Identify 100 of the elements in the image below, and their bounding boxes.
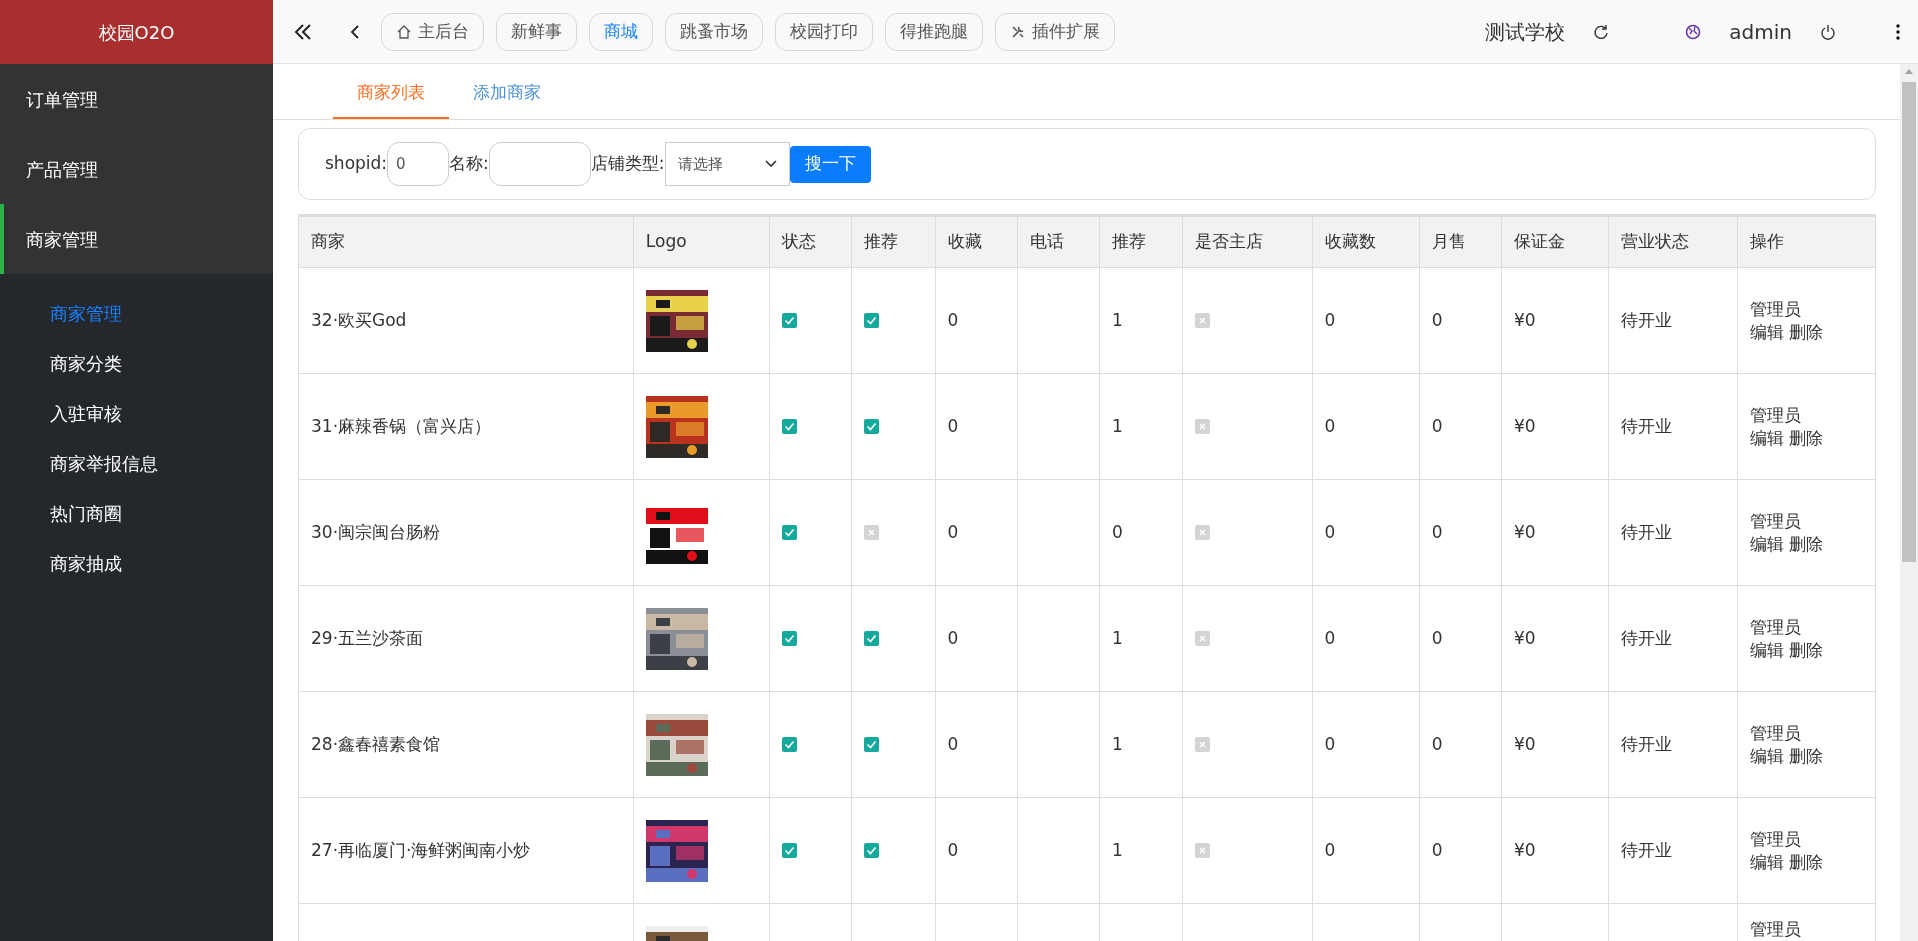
table-cell: 0: [947, 521, 959, 542]
table-cell: 0: [947, 415, 959, 436]
table-cell: 0: [1324, 627, 1336, 648]
table-cell: 1: [1112, 839, 1123, 860]
nav-tab[interactable]: 校园打印: [775, 12, 873, 51]
table-cell: ¥0: [1514, 733, 1536, 754]
table-cell: 0: [947, 733, 959, 754]
nav-tab[interactable]: 插件扩展: [995, 12, 1115, 51]
table-cell: 待开业: [1621, 415, 1673, 436]
double-chevron-icon: [293, 21, 313, 42]
username[interactable]: admin: [1729, 16, 1792, 47]
table-cell: 0: [1431, 733, 1443, 754]
search-button[interactable]: 搜一下: [789, 145, 871, 183]
table-cell: 0: [1324, 415, 1336, 436]
table-cell: 0: [947, 627, 959, 648]
sidebar-item[interactable]: 订单管理: [0, 64, 273, 134]
tools-icon: [1010, 23, 1026, 40]
admin-link[interactable]: 管理员: [1749, 511, 1801, 532]
logout-icon[interactable]: [1820, 23, 1836, 40]
delete-link[interactable]: 删除: [1788, 639, 1823, 660]
table-cell: 0: [1431, 309, 1443, 330]
sidebar-subitem[interactable]: 热门商圈: [0, 488, 273, 538]
admin-link[interactable]: 管理员: [1749, 299, 1801, 320]
table-cell: ¥0: [1514, 521, 1536, 542]
language-icon[interactable]: [1685, 23, 1702, 40]
column-header: Logo: [633, 215, 770, 268]
column-header: 月售: [1419, 215, 1502, 268]
table-cell: ¥0: [1514, 309, 1536, 330]
table-cell: 0: [1431, 627, 1443, 648]
merchant-name: 28·鑫春禧素食馆: [311, 733, 441, 754]
edit-link[interactable]: 编辑: [1749, 745, 1784, 766]
collapse-icon[interactable]: [293, 21, 313, 42]
delete-link[interactable]: 删除: [1788, 427, 1823, 448]
edit-link[interactable]: 编辑: [1749, 427, 1784, 448]
table-cell: 待开业: [1621, 627, 1673, 648]
chevron-icon: [349, 22, 361, 41]
table-cell: 0: [1431, 415, 1443, 436]
table-cell: 待开业: [1621, 309, 1673, 330]
type-select[interactable]: 请选择: [664, 142, 790, 186]
column-header: 是否主店: [1182, 215, 1312, 268]
column-header: 收藏: [935, 215, 1018, 268]
column-header: 状态: [769, 215, 852, 268]
edit-link[interactable]: 编辑: [1749, 321, 1784, 342]
scrollbar[interactable]: [1900, 64, 1918, 941]
admin-link[interactable]: 管理员: [1749, 723, 1801, 744]
merchant-name: 32·欧买God: [311, 309, 407, 330]
table-cell: 待开业: [1621, 521, 1673, 542]
power-icon: [1820, 23, 1836, 40]
table-cell: 1: [1112, 415, 1123, 436]
table-cell: 0: [1324, 309, 1336, 330]
admin-link[interactable]: 管理员: [1749, 617, 1801, 638]
nav-tab[interactable]: 新鲜事: [496, 12, 577, 51]
merchant-name: 27·再临厦门·海鲜粥闽南小炒: [311, 839, 531, 860]
column-header: 推荐: [1099, 215, 1183, 268]
sidebar-item[interactable]: 产品管理: [0, 134, 273, 204]
column-header: 营业状态: [1608, 215, 1738, 268]
nav-tab[interactable]: 跳蚤市场: [665, 12, 763, 51]
table-cell: 0: [1431, 521, 1443, 542]
field-label: 名称:: [449, 152, 489, 176]
back-icon[interactable]: [349, 22, 361, 41]
table-cell: ¥0: [1514, 627, 1536, 648]
column-header: 保证金: [1501, 215, 1609, 268]
edit-link[interactable]: 编辑: [1749, 639, 1784, 660]
delete-link[interactable]: 删除: [1788, 851, 1823, 872]
admin-link[interactable]: 管理员: [1749, 829, 1801, 850]
sidebar-subitem[interactable]: 商家管理: [0, 288, 273, 338]
delete-link[interactable]: 删除: [1788, 745, 1823, 766]
table-cell: 1: [1112, 627, 1123, 648]
merchant-name: 29·五兰沙茶面: [311, 627, 424, 648]
column-header: 电话: [1017, 215, 1100, 268]
admin-link[interactable]: 管理员: [1749, 919, 1801, 939]
table-cell: 0: [1112, 521, 1123, 542]
table-cell: 待开业: [1621, 839, 1673, 860]
edit-link[interactable]: 编辑: [1749, 533, 1784, 554]
delete-link[interactable]: 删除: [1788, 321, 1823, 342]
more-menu[interactable]: [1896, 23, 1900, 40]
table-cell: 1: [1112, 309, 1123, 330]
table-cell: 0: [1324, 839, 1336, 860]
sidebar-subitem[interactable]: 商家分类: [0, 338, 273, 388]
name-field[interactable]: [488, 142, 591, 186]
merchant-name: 31·麻辣香锅（富兴店）: [311, 415, 492, 436]
table-cell: 0: [1324, 521, 1336, 542]
kebab-icon: [1896, 23, 1900, 40]
nav-tab[interactable]: 商城: [589, 12, 653, 51]
shopid-field[interactable]: 0: [387, 142, 450, 186]
table-cell: ¥0: [1514, 415, 1536, 436]
table-cell: 0: [947, 839, 959, 860]
sidebar-subitem[interactable]: 商家举报信息: [0, 438, 273, 488]
column-header: 商家: [298, 215, 634, 268]
app-logo[interactable]: 校园O2O: [0, 0, 273, 64]
admin-link[interactable]: 管理员: [1749, 405, 1801, 426]
nav-tab[interactable]: 得推跑腿: [885, 12, 983, 51]
sidebar-subitem[interactable]: 商家抽成: [0, 538, 273, 588]
edit-link[interactable]: 编辑: [1749, 851, 1784, 872]
nav-tab[interactable]: 主后台: [381, 12, 484, 51]
delete-link[interactable]: 删除: [1788, 533, 1823, 554]
field-label: 店铺类型:: [590, 152, 665, 176]
sidebar-subitem[interactable]: 入驻审核: [0, 388, 273, 438]
column-header: 推荐: [851, 215, 936, 268]
merchant-name: 30·闽宗闽台肠粉: [311, 521, 441, 542]
